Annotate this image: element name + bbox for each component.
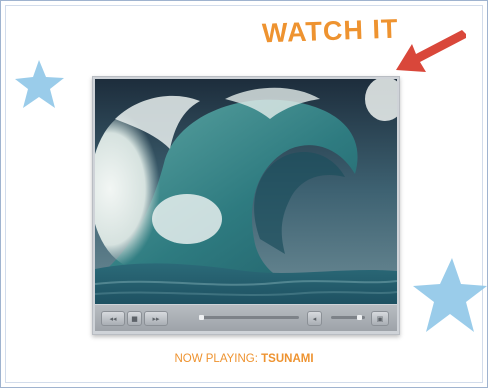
video-player[interactable]: ◂◂ ■ ▸▸ ◂ ▣ (92, 76, 400, 335)
seek-bar[interactable] (199, 315, 299, 320)
star-icon (15, 60, 64, 108)
now-playing-label: NOW PLAYING: (174, 353, 258, 365)
watch-it-title: WATCH IT (261, 13, 399, 49)
arrow-icon (396, 30, 466, 72)
rewind-icon: ◂◂ (109, 314, 117, 323)
volume-handle[interactable] (357, 315, 362, 320)
volume-icon: ◂ (312, 314, 317, 323)
now-playing-title: TSUNAMI (261, 353, 314, 365)
fast-forward-button[interactable]: ▸▸ (144, 311, 168, 326)
wave-video-image (95, 79, 397, 304)
fast-forward-icon: ▸▸ (152, 314, 160, 323)
stop-button[interactable]: ■ (127, 311, 142, 326)
volume-slider[interactable] (331, 315, 365, 320)
player-controls: ◂◂ ■ ▸▸ ◂ ▣ (95, 305, 397, 331)
seek-handle[interactable] (199, 315, 204, 320)
video-frame[interactable] (95, 79, 397, 304)
now-playing-caption: NOW PLAYING: TSUNAMI (0, 353, 488, 365)
rewind-button[interactable]: ◂◂ (101, 311, 125, 326)
fullscreen-button[interactable]: ▣ (371, 311, 389, 326)
star-icon (413, 258, 487, 332)
volume-button[interactable]: ◂ (307, 311, 322, 326)
fullscreen-icon: ▣ (376, 314, 384, 323)
stop-icon: ■ (131, 314, 138, 323)
